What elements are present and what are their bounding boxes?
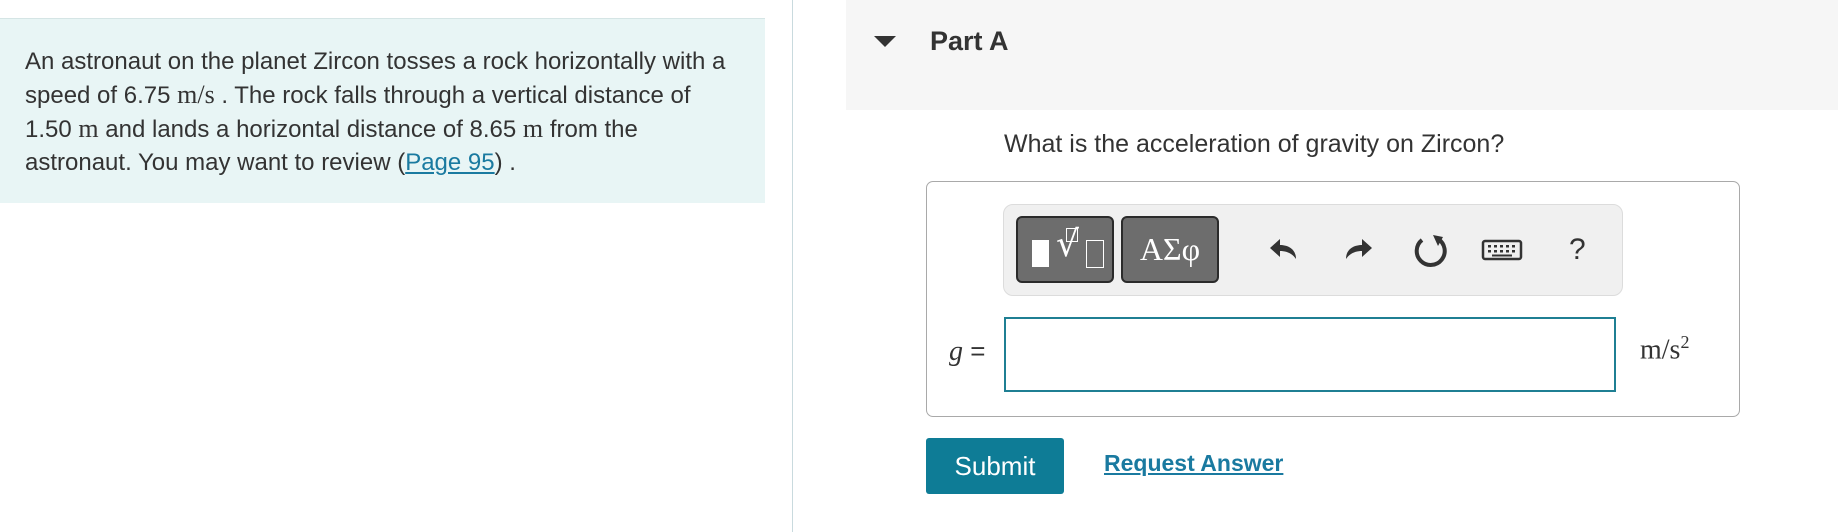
request-answer-link[interactable]: Request Answer xyxy=(1104,450,1283,477)
part-header[interactable]: Part A xyxy=(846,0,1838,110)
variable-symbol: g xyxy=(949,336,963,367)
answer-unit: m/s2 xyxy=(1640,332,1689,366)
reset-icon[interactable] xyxy=(1407,227,1453,273)
problem-pane: An astronaut on the planet Zircon tosses… xyxy=(0,0,792,532)
keyboard-icon[interactable] xyxy=(1480,227,1524,273)
part-title: Part A xyxy=(930,26,1009,56)
unit-base: m/s xyxy=(1640,334,1681,366)
templates-button[interactable]: √ xyxy=(1016,216,1114,283)
speed-unit: m/s xyxy=(177,80,215,109)
redo-icon[interactable] xyxy=(1334,227,1380,273)
submit-button[interactable]: Submit xyxy=(926,438,1064,494)
undo-icon[interactable] xyxy=(1262,227,1308,273)
templates-icon xyxy=(1032,240,1049,267)
exponent-box-icon xyxy=(1066,228,1078,242)
collapse-caret-icon[interactable] xyxy=(874,36,896,47)
question-text: What is the acceleration of gravity on Z… xyxy=(1004,130,1505,158)
distance-unit-horizontal: m xyxy=(522,114,544,143)
problem-statement: An astronaut on the planet Zircon tosses… xyxy=(0,18,765,203)
variable-label: g = xyxy=(949,336,985,368)
page-reference-link[interactable]: Page 95 xyxy=(405,149,494,176)
pane-divider xyxy=(792,0,793,532)
distance-unit-vertical: m xyxy=(78,114,99,143)
help-button[interactable]: ? xyxy=(1569,233,1586,267)
problem-text-3: and lands a horizontal distance of 8.65 xyxy=(98,116,523,143)
unit-exponent: 2 xyxy=(1680,332,1690,352)
equals-sign: = xyxy=(970,336,986,366)
math-toolbar: √ ΑΣφ ? xyxy=(1003,204,1623,296)
problem-text-5: ) . xyxy=(494,149,516,176)
symbols-button[interactable]: ΑΣφ xyxy=(1121,216,1219,283)
answer-panel: √ ΑΣφ ? g = m/s2 xyxy=(926,181,1740,417)
answer-input[interactable] xyxy=(1004,317,1616,392)
placeholder-box-icon xyxy=(1086,240,1104,268)
